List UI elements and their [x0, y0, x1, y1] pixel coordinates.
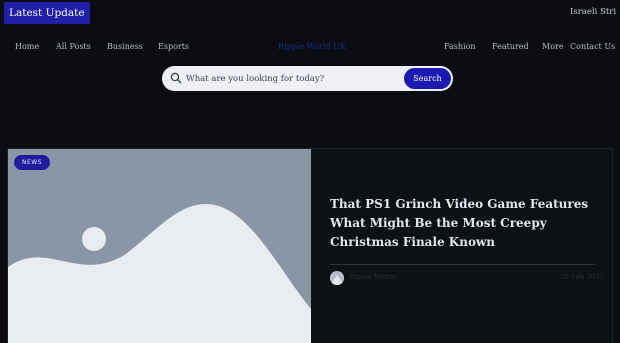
latest-update-button[interactable]: Latest Update [4, 2, 90, 24]
nav-esports[interactable]: Esports [158, 42, 189, 51]
nav-business[interactable]: Business [107, 42, 143, 51]
nav-contact[interactable]: Contact Us [570, 42, 615, 51]
news-ticker[interactable]: Israeli Stri [570, 7, 616, 17]
nav-home[interactable]: Home [15, 42, 39, 51]
search-icon [170, 72, 182, 84]
nav-all-posts[interactable]: All Posts [56, 42, 91, 51]
author-name[interactable]: Ripple Writer [349, 273, 397, 281]
author-avatar [330, 271, 344, 285]
search-bar: Search [162, 66, 453, 91]
site-logo[interactable]: Ripple World UK [278, 42, 346, 51]
category-badge[interactable]: NEWS [14, 155, 51, 170]
nav-fashion[interactable]: Fashion [444, 42, 476, 51]
top-bar: Latest Update Israeli Stri [0, 0, 620, 28]
main-navigation: Home All Posts Business Esports Ripple W… [0, 42, 620, 56]
post-date: 28 Feb 2025 [560, 273, 605, 281]
post-thumbnail[interactable]: NEWS [8, 149, 311, 343]
post-title[interactable]: That PS1 Grinch Video Game Features What… [330, 195, 610, 252]
divider [330, 264, 595, 265]
search-button[interactable]: Search [404, 68, 451, 89]
search-input[interactable] [186, 70, 396, 87]
image-placeholder-icon [8, 149, 311, 343]
nav-featured[interactable]: Featured [492, 42, 529, 51]
nav-more[interactable]: More [542, 42, 564, 51]
